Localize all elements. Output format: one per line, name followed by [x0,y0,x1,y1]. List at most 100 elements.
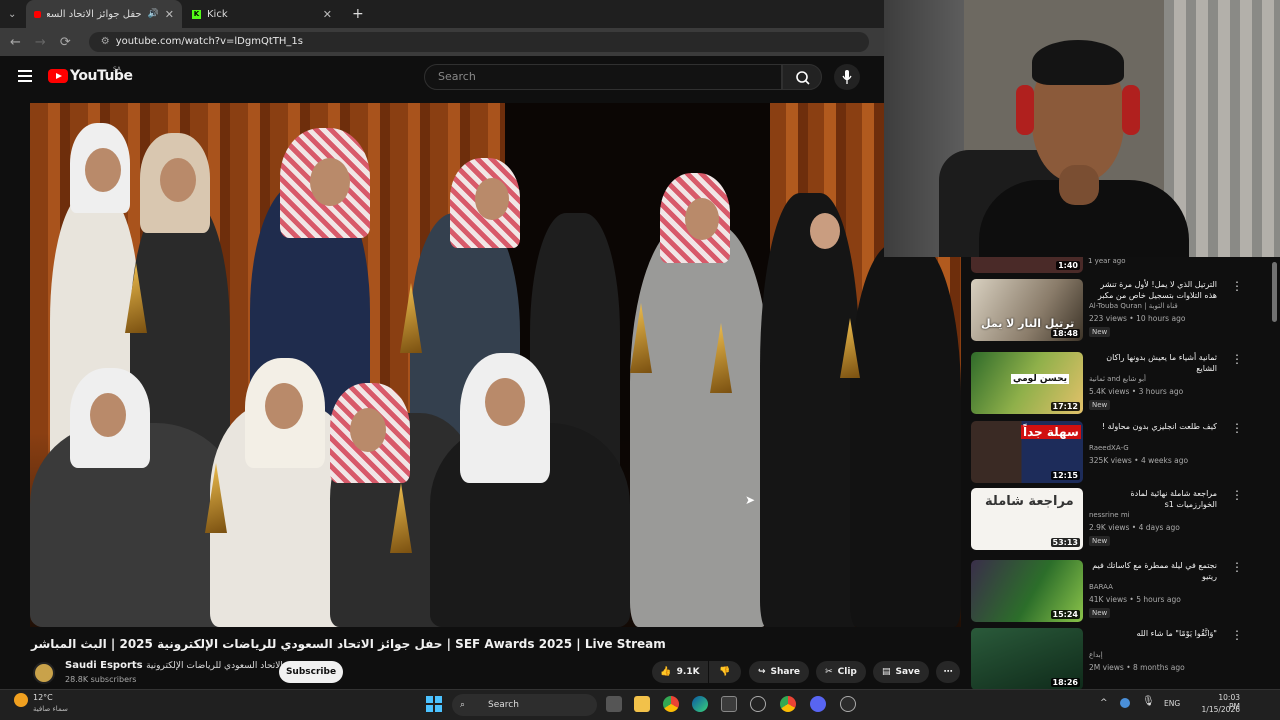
language-indicator[interactable]: ENG [1164,699,1180,708]
list-item[interactable]: مراجعة شاملة 53:13 مراجعة شاملة نهائية ل… [971,488,1276,550]
search-button[interactable] [782,64,822,90]
url-field[interactable]: ⚙ youtube.com/watch?v=lDgmQtTH_1s [88,32,869,52]
save-playlist-icon: ▤ [881,667,891,677]
video-thumbnail[interactable]: 15:24 [971,560,1083,622]
clip-button[interactable]: ✂ Clip [816,661,866,683]
channel-name[interactable]: BARAA [1089,583,1113,591]
chrome-icon[interactable] [663,696,679,712]
menu-icon[interactable] [18,70,32,82]
channel-avatar[interactable] [33,662,55,684]
chevron-up-icon[interactable]: ^ [1100,698,1108,708]
video-thumbnail[interactable]: 18:26 [971,628,1083,689]
thumbnail-text: مراجعة شاملة [985,494,1074,509]
store-icon[interactable] [721,696,737,712]
url-text: youtube.com/watch?v=lDgmQtTH_1s [115,36,303,47]
onedrive-icon[interactable] [1120,698,1130,708]
channel-name[interactable]: Saudi Esports الاتحاد السعودي للرياضات ا… [65,660,283,671]
weather-sun-icon[interactable] [14,693,28,707]
address-bar-row: ← → ⟳ ⚙ youtube.com/watch?v=lDgmQtTH_1s [0,28,884,56]
more-actions-button[interactable]: ⋯ [936,661,960,683]
clock-date[interactable]: 1/15/2026 [1196,705,1240,714]
channel-name[interactable]: Al-Touba Quran | قناة التوبة [1089,302,1178,310]
reload-icon[interactable]: ⟳ [60,35,71,50]
video-views: 325K views • 4 weeks ago [1089,456,1189,465]
file-explorer-icon[interactable] [634,696,650,712]
dislike-button[interactable]: 👎 [709,661,741,683]
channel-name-en[interactable]: Saudi Esports [65,660,143,671]
search-input[interactable]: Search [424,64,782,90]
channel-name[interactable]: nessrine mi [1089,511,1130,519]
streamer-hand [1059,165,1099,205]
video-title[interactable]: نجتمع في ليلة ممطرة مع كاساتك فيم ريتيو [1089,560,1217,582]
video-duration: 1:40 [1056,261,1080,270]
subscriber-count: 28.8K subscribers [65,675,137,684]
channel-name[interactable]: RaeedXA-G [1089,444,1129,452]
task-view-icon[interactable] [606,696,622,712]
more-vertical-icon[interactable]: ⋮ [1231,628,1243,642]
person-figure [630,223,770,627]
video-views: 2M views • 8 months ago [1089,663,1185,672]
share-icon: ↪ [757,667,766,677]
youtube-logo-text[interactable]: YouTube [70,68,133,84]
app-icon[interactable] [840,696,856,712]
close-tab-icon[interactable]: ✕ [323,8,332,21]
chrome-profile-icon[interactable] [780,696,796,712]
face [485,378,525,426]
channel-name[interactable]: ثمانية and أبو شايع [1089,375,1146,383]
video-title[interactable]: الترتيل الذي لا يمل! لأول مرة تنشر هذه ا… [1089,279,1217,301]
video-thumbnail[interactable]: يحسن لومي 17:12 [971,352,1083,414]
edge-icon[interactable] [692,696,708,712]
video-thumbnail[interactable]: ترتيل النار لا يمل 18:48 [971,279,1083,341]
weather-temperature[interactable]: 12°C [33,693,53,702]
obs-icon[interactable] [750,696,766,712]
more-vertical-icon[interactable]: ⋮ [1231,488,1243,502]
thumbnail-text: سهلة جداً [1021,425,1081,439]
streamer-hair [1032,40,1124,85]
headset-icon [1122,85,1140,135]
windows-start-icon[interactable] [426,696,442,712]
site-info-icon[interactable]: ⚙ [101,36,110,47]
share-button[interactable]: ↪ Share [749,661,809,683]
new-tab-button[interactable]: + [344,0,364,28]
person-figure [850,243,961,627]
forward-icon[interactable]: → [35,35,46,50]
list-item[interactable]: 18:26 "وَاتَّقُوا يَوْمًا" ما شاء الله إ… [971,628,1276,689]
taskbar-search-box[interactable]: ⌕ Search [452,694,597,716]
subscribe-button[interactable]: Subscribe [279,661,343,683]
video-thumbnail[interactable]: سهلة جداً 12:15 [971,421,1083,483]
more-vertical-icon[interactable]: ⋮ [1231,279,1243,293]
like-button[interactable]: 👍 9.1K [652,661,708,683]
list-item[interactable]: يحسن لومي 17:12 ثمانية أشياء ما يعيش بدو… [971,352,1276,414]
channel-name[interactable]: إبداع [1089,651,1103,659]
youtube-logo-icon[interactable] [48,69,68,83]
like-count: 9.1K [676,667,700,677]
save-button[interactable]: ▤ Save [873,661,929,683]
list-item[interactable]: ترتيل النار لا يمل 18:48 الترتيل الذي لا… [971,279,1276,341]
more-vertical-icon[interactable]: ⋮ [1231,421,1243,435]
more-vertical-icon[interactable]: ⋮ [1231,560,1243,574]
more-vertical-icon[interactable]: ⋮ [1231,352,1243,366]
discord-icon[interactable] [810,696,826,712]
back-icon[interactable]: ← [10,35,21,50]
thumbnail-partial[interactable]: 1:40 [971,257,1083,273]
list-item[interactable]: سهلة جداً 12:15 كيف طلعت انجليزي بدون مح… [971,421,1276,483]
scissors-icon: ✂ [825,667,833,677]
video-title[interactable]: مراجعة شاملة نهائية لمادة الخوارزميات s1 [1089,488,1217,510]
video-title[interactable]: كيف طلعت انجليزي بدون محاولة ! [1089,421,1217,432]
video-title[interactable]: ثمانية أشياء ما يعيش بدونها راكان الشايع [1089,352,1217,374]
recommendations-sidebar: 1:40 1 year ago ترتيل النار لا يمل 18:48… [966,257,1280,689]
video-duration: 17:12 [1050,402,1080,411]
video-thumbnail[interactable]: مراجعة شاملة 53:13 [971,488,1083,550]
tab-search-menu-icon[interactable]: ⌄ [0,0,26,28]
microphone-icon[interactable]: 🎙 [1142,696,1155,707]
voice-search-button[interactable] [834,64,860,90]
tab-youtube[interactable]: حفل جوائز الاتحاد السعودي لل 🔊 ✕ [26,0,182,28]
video-player[interactable]: ➤ [30,103,961,627]
weather-description: سماء صافية [33,705,68,713]
list-item[interactable]: 15:24 نجتمع في ليلة ممطرة مع كاساتك فيم … [971,560,1276,622]
sidebar-scrollbar[interactable] [1272,262,1277,322]
video-title[interactable]: "وَاتَّقُوا يَوْمًا" ما شاء الله [1089,628,1217,639]
face [810,213,840,249]
close-tab-icon[interactable]: ✕ [165,8,174,21]
tab-kick[interactable]: K Kick ✕ [184,0,340,28]
